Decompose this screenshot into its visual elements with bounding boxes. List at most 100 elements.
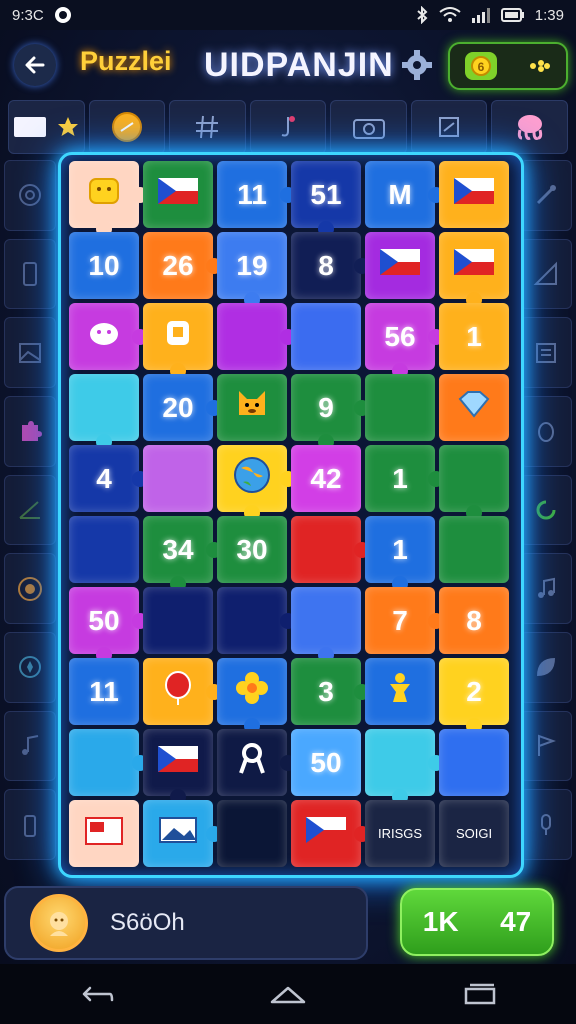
puzzle-tile[interactable]: [143, 729, 213, 805]
rail-item[interactable]: [520, 396, 572, 467]
rail-item[interactable]: [520, 553, 572, 625]
puzzle-tile[interactable]: [291, 516, 370, 583]
puzzle-tile[interactable]: [365, 232, 435, 299]
puzzle-tile[interactable]: [69, 161, 148, 237]
puzzle-tile[interactable]: 26: [143, 232, 222, 299]
puzzle-tile[interactable]: 7: [365, 587, 444, 654]
puzzle-tile[interactable]: [439, 161, 509, 228]
rail-item[interactable]: [520, 317, 572, 389]
back-button[interactable]: [14, 44, 56, 86]
rail-item[interactable]: [4, 396, 56, 467]
puzzle-tile[interactable]: 9: [291, 374, 370, 450]
puzzle-tile[interactable]: 4: [69, 445, 148, 512]
puzzle-tile[interactable]: [217, 729, 296, 796]
puzzle-tile[interactable]: SOIGI: [439, 800, 509, 867]
puzzle-tile[interactable]: [143, 303, 213, 379]
nav-home-button[interactable]: [258, 974, 318, 1014]
puzzle-tile[interactable]: 1: [439, 303, 509, 370]
puzzle-tile[interactable]: 3: [291, 658, 370, 725]
rail-item[interactable]: [4, 238, 56, 310]
puzzle-tile[interactable]: 10: [69, 232, 139, 299]
tool-hint[interactable]: [88, 100, 166, 154]
rail-item[interactable]: [520, 789, 572, 861]
puzzle-tile[interactable]: 50: [291, 729, 361, 796]
nav-back-button[interactable]: [66, 974, 126, 1014]
puzzle-tile[interactable]: [217, 303, 296, 370]
rail-item[interactable]: [4, 632, 56, 703]
puzzle-tile[interactable]: [439, 374, 509, 441]
puzzle-tile[interactable]: [69, 729, 148, 796]
tool-hook[interactable]: [249, 100, 327, 154]
puzzle-tile[interactable]: 11: [217, 161, 296, 228]
player-name: S6öOh: [110, 909, 185, 936]
puzzle-tile[interactable]: [365, 374, 435, 441]
rail-item[interactable]: [520, 238, 572, 310]
puzzle-tile[interactable]: [143, 445, 213, 512]
puzzle-tile[interactable]: [439, 232, 509, 308]
puzzle-tile[interactable]: [365, 658, 435, 725]
puzzle-tile[interactable]: 1: [365, 516, 435, 592]
rail-item[interactable]: [4, 553, 56, 625]
puzzle-tile[interactable]: 11: [69, 658, 139, 725]
puzzle-tile[interactable]: [69, 303, 148, 370]
rail-item[interactable]: [4, 710, 56, 782]
puzzle-tile[interactable]: [291, 587, 361, 663]
currency-panel[interactable]: 6: [448, 42, 568, 90]
refresh-icon: [536, 500, 556, 520]
puzzle-tile[interactable]: 34: [143, 516, 222, 592]
rail-item[interactable]: [520, 474, 572, 546]
tool-grid[interactable]: [169, 100, 246, 154]
puzzle-tile[interactable]: 20: [143, 374, 222, 441]
rail-item[interactable]: [4, 474, 56, 546]
puzzle-tile[interactable]: 42: [291, 445, 361, 512]
puzzle-tile[interactable]: IRISGS: [365, 800, 435, 867]
settings-button[interactable]: [396, 46, 438, 84]
puzzle-tile[interactable]: 30: [217, 516, 287, 583]
figure-icon: [385, 670, 415, 713]
tool-camera[interactable]: [330, 100, 407, 154]
puzzle-tile[interactable]: [439, 516, 509, 583]
puzzle-tile[interactable]: 19: [217, 232, 287, 308]
flag-icon: [156, 744, 200, 781]
puzzle-tile[interactable]: 1: [365, 445, 444, 512]
animal-icon: [85, 317, 123, 356]
rail-item[interactable]: [520, 160, 572, 231]
puzzle-tile[interactable]: 2: [439, 658, 509, 734]
puzzle-tile[interactable]: M: [365, 161, 444, 228]
puzzle-tile[interactable]: [217, 658, 287, 734]
puzzle-tile[interactable]: [217, 587, 296, 654]
puzzle-tile[interactable]: [217, 445, 296, 521]
puzzle-tile[interactable]: [143, 161, 213, 228]
puzzle-tile[interactable]: [365, 729, 444, 805]
puzzle-tile[interactable]: 56: [365, 303, 444, 379]
puzzle-tile[interactable]: 8: [439, 587, 509, 654]
puzzle-tile[interactable]: 8: [291, 232, 370, 299]
tool-select[interactable]: [8, 100, 85, 154]
rail-item[interactable]: [520, 632, 572, 703]
puzzle-tile[interactable]: [69, 374, 139, 450]
puzzle-tile[interactable]: [143, 658, 222, 725]
player-panel[interactable]: S6öOh: [4, 886, 368, 960]
puzzle-tile[interactable]: [439, 445, 509, 521]
tool-layers[interactable]: [410, 100, 488, 154]
puzzle-tile[interactable]: [291, 800, 370, 867]
puzzle-tile[interactable]: [439, 729, 509, 796]
rail-item[interactable]: [4, 317, 56, 389]
puzzle-tile[interactable]: 50: [69, 587, 148, 663]
puzzle-tile[interactable]: [217, 374, 287, 441]
rail-item[interactable]: [520, 710, 572, 782]
rail-item[interactable]: [4, 160, 56, 231]
avatar[interactable]: [30, 894, 88, 952]
puzzle-tile[interactable]: [69, 800, 139, 867]
rail-item[interactable]: [4, 789, 56, 861]
dog-icon: [233, 385, 271, 430]
puzzle-tile[interactable]: [143, 800, 222, 867]
tool-octopus[interactable]: [491, 100, 569, 154]
puzzle-tile[interactable]: 51: [291, 161, 361, 237]
puzzle-tile[interactable]: [143, 587, 213, 654]
puzzle-tile[interactable]: [217, 800, 287, 867]
puzzle-tile[interactable]: [291, 303, 361, 370]
nav-recents-button[interactable]: [450, 974, 510, 1014]
score-button[interactable]: 1K 47: [400, 888, 554, 956]
puzzle-tile[interactable]: [69, 516, 139, 583]
